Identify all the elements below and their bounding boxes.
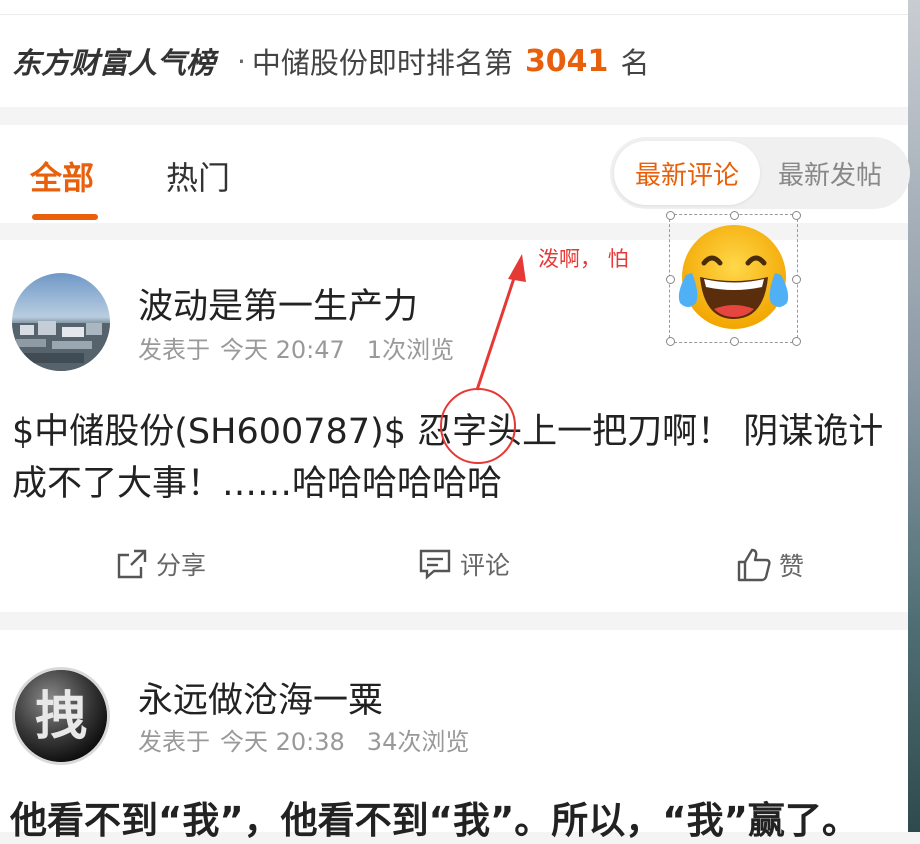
- popularity-rank-bar[interactable]: 东方财富人气榜 · 中储股份即时排名第 3041 名: [0, 15, 908, 107]
- posted-prefix: 发表于: [138, 728, 210, 756]
- rank-prefix: 中储股份即时排名第: [251, 46, 513, 80]
- resize-handle[interactable]: [730, 211, 739, 220]
- resize-handle[interactable]: [792, 211, 801, 220]
- comment-label: 评论: [460, 551, 511, 580]
- view-count: 34次浏览: [366, 728, 470, 756]
- rank-brand: 东方财富人气榜: [12, 46, 216, 80]
- rank-number: 3041: [524, 43, 609, 79]
- post-time: 今天 20:47: [220, 336, 345, 364]
- resize-handle[interactable]: [730, 337, 739, 346]
- thumbs-up-icon: [737, 548, 771, 582]
- sort-latest-comment[interactable]: 最新评论: [614, 141, 760, 205]
- share-icon: [117, 549, 147, 579]
- posted-prefix: 发表于: [138, 336, 210, 364]
- post-content[interactable]: 他看不到“我”，他看不到“我”。所以，“我”赢了。: [10, 790, 859, 844]
- comment-icon: [419, 549, 451, 580]
- sort-latest-post[interactable]: 最新发帖: [778, 141, 882, 205]
- comment-button[interactable]: 评论: [416, 546, 510, 582]
- view-count: 1次浏览: [366, 336, 455, 364]
- tears-of-joy-emoji-icon: [678, 225, 789, 329]
- post-card[interactable]: 拽 永远做沧海一粟 发表于 今天 20:38 34次浏览 他看不到“我”，他看不到“…: [0, 630, 908, 842]
- post-actions: 分享 评论 赞: [0, 538, 908, 590]
- post-time: 今天 20:38: [220, 728, 345, 756]
- avatar[interactable]: [12, 273, 110, 371]
- tab-all[interactable]: 全部: [30, 153, 94, 199]
- annotation-note: 泼啊， 怕: [538, 247, 629, 271]
- share-button[interactable]: 分享: [114, 546, 206, 582]
- resize-handle[interactable]: [666, 211, 675, 220]
- avatar[interactable]: 拽: [12, 667, 110, 765]
- feed-tabs: 全部 热门 最新评论 最新发帖: [0, 125, 910, 223]
- resize-handle[interactable]: [666, 337, 675, 346]
- active-tab-indicator: [32, 214, 98, 220]
- emoji-sticker-frame[interactable]: [666, 211, 801, 346]
- resize-handle[interactable]: [792, 337, 801, 346]
- avatar-glyph: 拽: [35, 686, 87, 747]
- rank-separator: ·: [237, 44, 246, 78]
- background-edge: [908, 0, 920, 832]
- tab-hot[interactable]: 热门: [166, 153, 230, 199]
- post-meta: 发表于 今天 20:47 1次浏览: [138, 330, 476, 365]
- like-button[interactable]: 赞: [735, 546, 804, 584]
- share-label: 分享: [156, 551, 207, 580]
- annotation-circle: [440, 388, 516, 464]
- top-bar-edge: [0, 0, 908, 15]
- post-meta: 发表于 今天 20:38 34次浏览: [138, 722, 491, 757]
- resize-handle[interactable]: [792, 275, 801, 284]
- author-name[interactable]: 波动是第一生产力: [138, 278, 418, 329]
- resize-handle[interactable]: [666, 275, 675, 284]
- sort-toggle: 最新评论 最新发帖: [610, 137, 910, 209]
- like-label: 赞: [779, 552, 805, 581]
- rank-suffix: 名: [620, 46, 650, 80]
- author-name[interactable]: 永远做沧海一粟: [138, 672, 383, 723]
